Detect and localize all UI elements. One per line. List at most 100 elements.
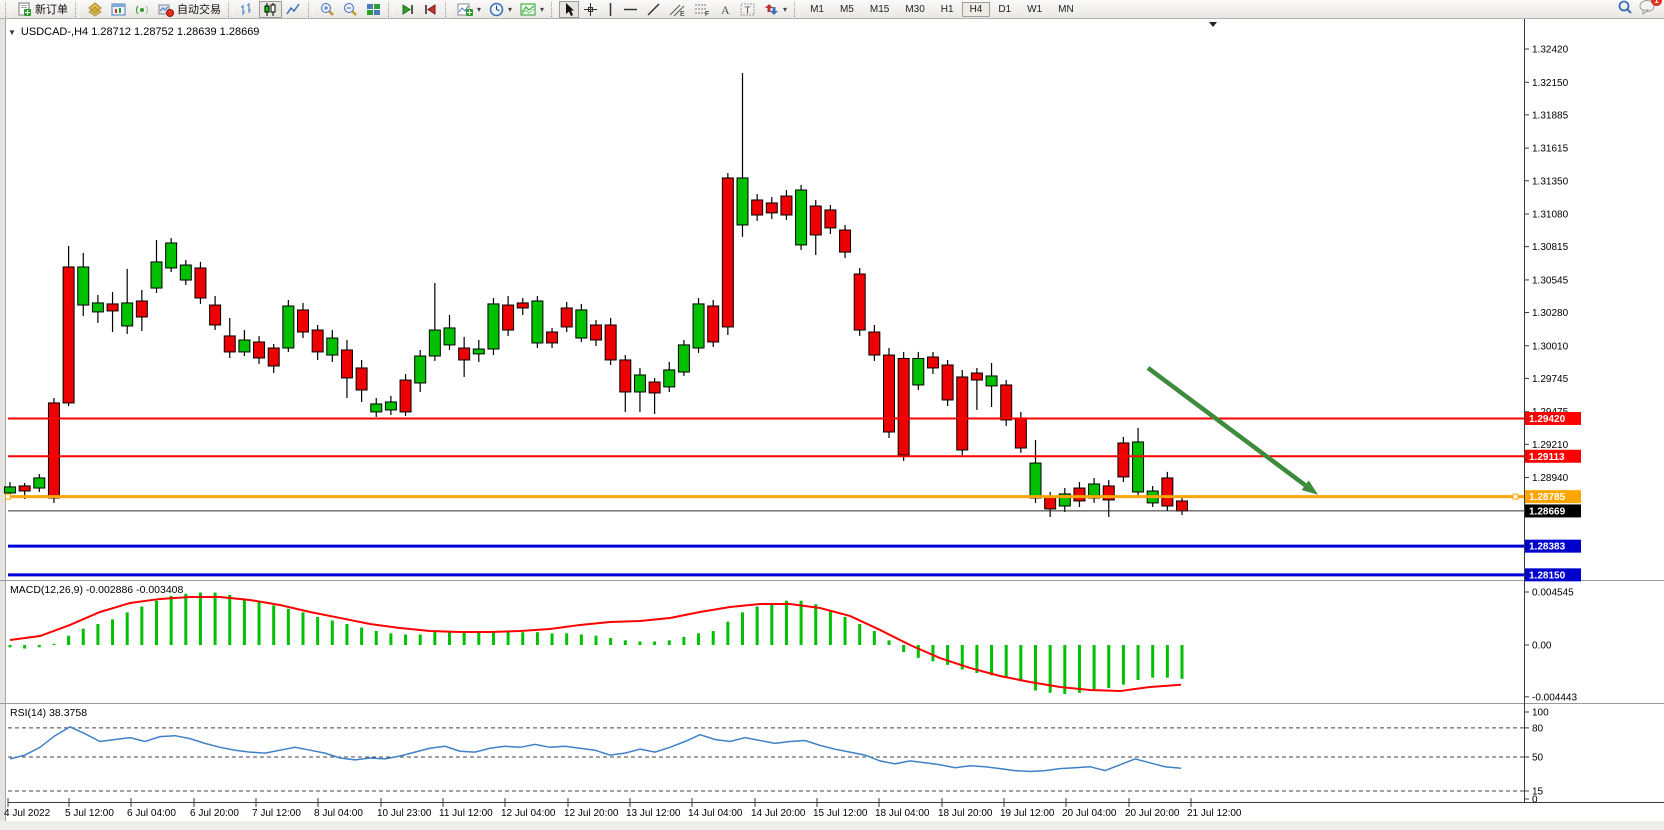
chart-canvas[interactable]: 1.324201.321501.318851.316151.313501.310… <box>0 0 1664 830</box>
timeframe-m1-button[interactable]: M1 <box>802 2 832 17</box>
new-order-button[interactable]: 新订单 <box>13 1 72 18</box>
candle <box>796 190 807 245</box>
toolbar-separator <box>308 2 313 17</box>
text-button[interactable]: A <box>715 1 736 18</box>
auto-scroll-button[interactable] <box>396 1 419 18</box>
arrows-icon <box>763 2 779 17</box>
candle <box>898 358 909 455</box>
candle <box>591 325 602 340</box>
candle <box>693 304 704 348</box>
price-tick-label: 1.31350 <box>1532 176 1569 187</box>
zoom-in-button[interactable] <box>316 1 339 18</box>
candle <box>400 380 411 412</box>
candle <box>78 267 89 305</box>
candle <box>620 360 631 392</box>
candle-chart-button[interactable] <box>259 1 282 18</box>
timeframe-m15-button[interactable]: M15 <box>862 2 897 17</box>
time-tick-label: 11 Jul 12:00 <box>439 808 493 819</box>
timeframe-h1-button[interactable]: H1 <box>933 2 962 17</box>
vline-button[interactable] <box>602 1 619 18</box>
hline-icon <box>623 2 638 17</box>
zoom-out-button[interactable] <box>339 1 362 18</box>
indicators-icon <box>457 2 473 17</box>
cursor-button[interactable] <box>559 1 579 18</box>
candle <box>1001 385 1012 420</box>
mt4-window: 1.324201.321501.318851.316151.313501.310… <box>0 0 1664 830</box>
bar-chart-button[interactable] <box>236 1 259 18</box>
price-line-label-text: 1.29113 <box>1529 452 1565 463</box>
arrows-button[interactable]: ▾ <box>759 1 791 18</box>
new-chart-button[interactable] <box>107 1 131 18</box>
signals-button[interactable] <box>131 1 154 18</box>
zoom-out-icon <box>343 2 358 17</box>
price-tick-label: 1.31885 <box>1532 110 1569 121</box>
signals-icon <box>135 2 150 17</box>
candle <box>488 304 499 349</box>
periods-icon <box>489 2 504 17</box>
candle <box>151 262 162 288</box>
templates-button[interactable]: ▾ <box>516 1 548 18</box>
market-watch-button[interactable] <box>83 1 107 18</box>
autotrading-icon <box>158 2 174 17</box>
candle <box>371 404 382 412</box>
candle <box>561 308 572 327</box>
time-tick-label: 5 Jul 12:00 <box>65 808 114 819</box>
price-tick-label: 1.28940 <box>1532 473 1569 484</box>
bar-chart-icon <box>240 2 255 17</box>
line-chart-button[interactable] <box>282 1 305 18</box>
crosshair-button[interactable] <box>579 1 602 18</box>
price-tick-label: 1.30010 <box>1532 341 1569 352</box>
candle <box>810 206 821 235</box>
candle <box>678 345 689 372</box>
candle <box>869 332 880 355</box>
timeframe-mn-button[interactable]: MN <box>1050 2 1082 17</box>
candle <box>781 196 792 215</box>
cursor-icon <box>563 2 575 17</box>
candle <box>429 330 440 356</box>
chart-shift-button[interactable] <box>419 1 442 18</box>
candle <box>107 304 118 311</box>
candle <box>708 306 719 342</box>
candle <box>1074 488 1085 501</box>
channel-button[interactable]: E <box>665 1 690 18</box>
candle <box>415 356 426 383</box>
timeframe-m5-button[interactable]: M5 <box>832 2 862 17</box>
candle <box>312 330 323 352</box>
candle <box>971 373 982 380</box>
candle <box>766 203 777 213</box>
indicators-button[interactable]: ▾ <box>453 1 485 18</box>
candle <box>503 305 514 330</box>
fibo-button[interactable]: F <box>690 1 715 18</box>
time-tick-label: 4 Jul 2022 <box>4 808 51 819</box>
timeframe-m30-button[interactable]: M30 <box>897 2 932 17</box>
notifications-button[interactable]: 1 <box>1639 0 1656 20</box>
price-tick-label: 1.30280 <box>1532 308 1569 319</box>
trendline-button[interactable] <box>642 1 665 18</box>
search-button[interactable] <box>1617 0 1633 20</box>
tile-windows-button[interactable] <box>362 1 385 18</box>
timeframe-h4-button[interactable]: H4 <box>962 2 991 17</box>
macd-tick-label: 0.004545 <box>1532 588 1574 599</box>
new-chart-icon <box>111 2 127 17</box>
candle <box>224 336 235 352</box>
candle <box>166 243 177 268</box>
candle <box>1015 418 1026 448</box>
candle <box>341 350 352 378</box>
candle <box>180 265 191 280</box>
symbol-dropdown-icon[interactable]: ▼ <box>8 28 16 37</box>
price-line-label-text: 1.28383 <box>1529 542 1566 553</box>
hline-marker[interactable] <box>6 494 11 499</box>
candle <box>459 348 470 360</box>
time-tick-label: 14 Jul 04:00 <box>688 808 743 819</box>
time-tick-label: 12 Jul 04:00 <box>501 808 556 819</box>
label-button[interactable]: T <box>736 1 759 18</box>
timeframe-w1-button[interactable]: W1 <box>1019 2 1050 17</box>
periods-button[interactable]: ▾ <box>485 1 516 18</box>
rsi-tick-label: 0 <box>1532 795 1538 806</box>
timeframe-d1-button[interactable]: D1 <box>990 2 1019 17</box>
fibo-icon: F <box>694 2 711 17</box>
autotrading-button[interactable]: 自动交易 <box>154 1 225 18</box>
hline-marker[interactable] <box>1513 494 1518 499</box>
time-tick-label: 7 Jul 12:00 <box>252 808 301 819</box>
hline-button[interactable] <box>619 1 642 18</box>
